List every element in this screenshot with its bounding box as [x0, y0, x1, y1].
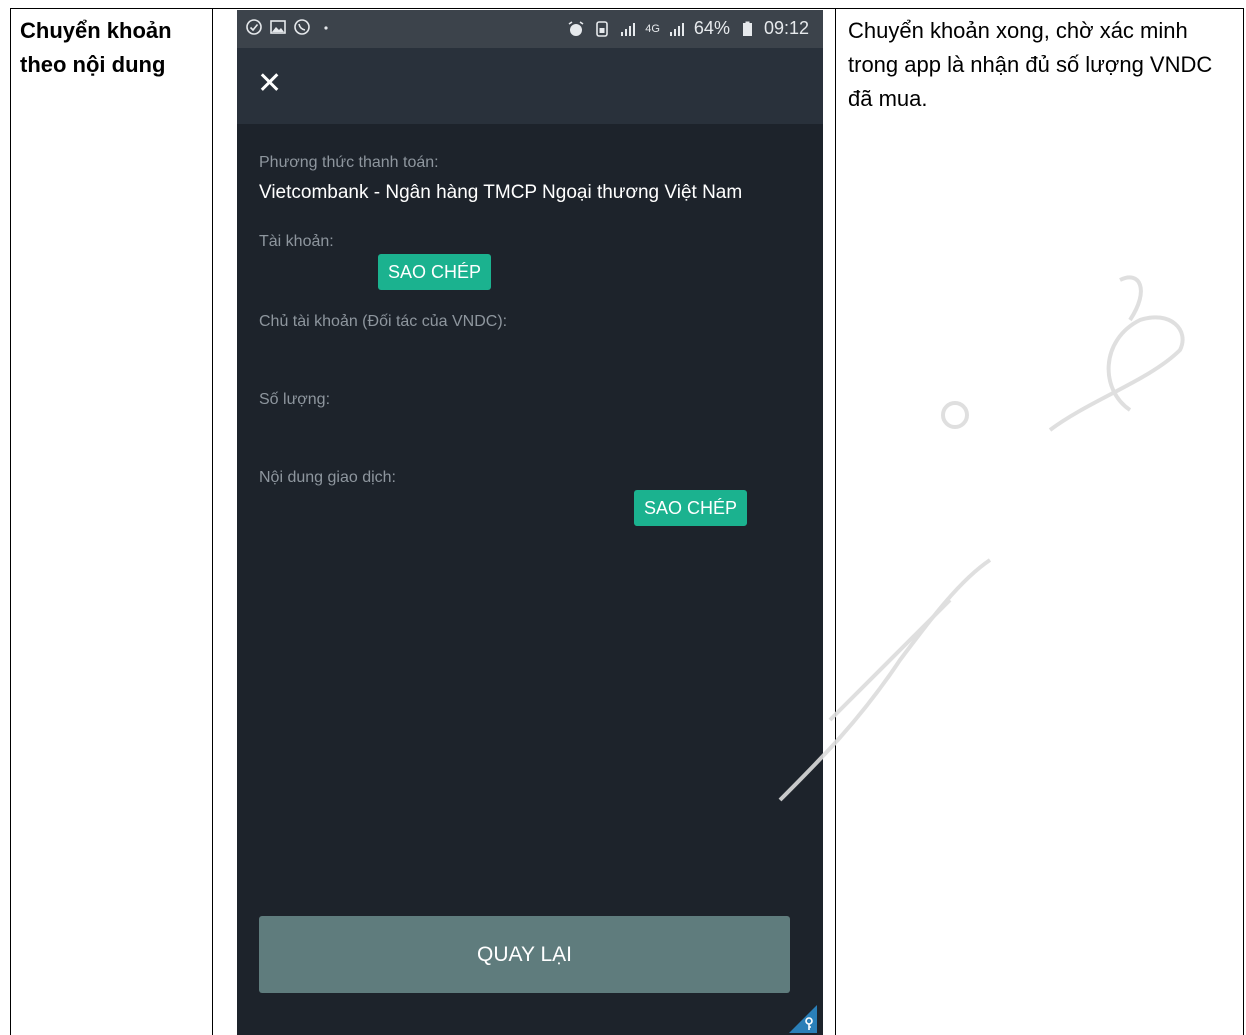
app-header: ✕ [237, 48, 823, 124]
status-right-icons: 4G 64% 09:12 [567, 18, 809, 39]
transfer-content-label: Nội dung giao dịch: [259, 469, 396, 486]
amount-label: Số lượng: [259, 391, 331, 408]
status-bar: 4G 64% 09:12 [237, 10, 823, 48]
payment-method-value: Vietcombank - Ngân hàng TMCP Ngoại thươn… [259, 182, 743, 203]
battery-percent: 64% [693, 18, 730, 38]
phone-screenshot: 4G 64% 09:12 ✕ Phương thức thanh toán: V… [237, 10, 823, 1035]
copy-account-button[interactable]: SAO CHÉP [378, 254, 492, 290]
check-circle-icon [246, 19, 262, 35]
signal-icon [669, 22, 684, 36]
image-icon [270, 20, 286, 34]
battery-icon [742, 21, 752, 36]
step-title-line2: theo nội dung [20, 52, 166, 77]
close-icon[interactable]: ✕ [257, 69, 285, 99]
back-button[interactable]: QUAY LẠI [259, 916, 790, 993]
payment-method-label: Phương thức thanh toán: [259, 154, 439, 171]
viber-icon [294, 19, 310, 35]
network-type: 4G [645, 22, 660, 35]
step-title: Chuyển khoản theo nội dung [20, 14, 200, 82]
table-top-border [10, 8, 1243, 9]
table-border-right [1243, 8, 1244, 1035]
account-owner-label: Chủ tài khoản (Đối tác của VNDC): [259, 313, 508, 330]
table-border-col2 [835, 8, 836, 1035]
account-label: Tài khoản: [259, 233, 334, 250]
signal-icon [621, 22, 636, 36]
step-note: Chuyển khoản xong, chờ xác minh trong ap… [848, 18, 1213, 111]
status-left-icons [245, 18, 335, 36]
table-border-left [10, 8, 11, 1035]
sim-icon [596, 20, 609, 37]
copy-content-button[interactable]: SAO CHÉP [634, 490, 748, 526]
dot-icon [324, 26, 328, 30]
clock-time: 09:12 [763, 18, 809, 38]
step-title-line1: Chuyển khoản [20, 18, 172, 43]
table-border-col1 [212, 8, 213, 1035]
alarm-icon [568, 20, 584, 36]
key-icon [789, 1005, 817, 1033]
